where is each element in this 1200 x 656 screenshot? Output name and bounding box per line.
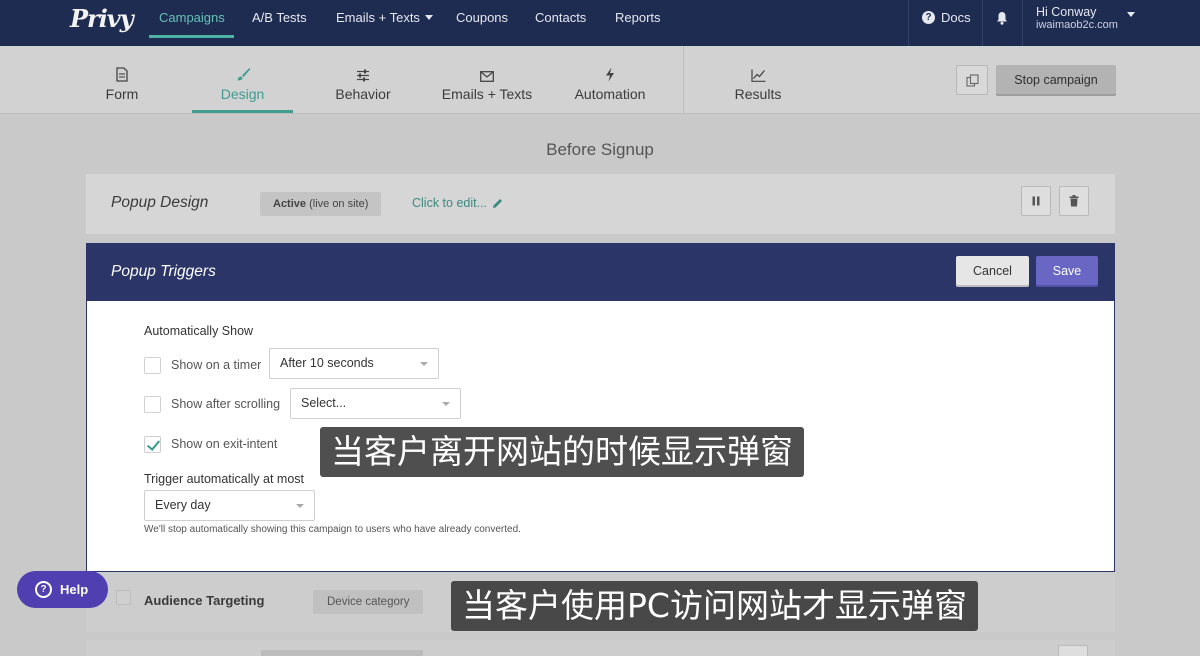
exit-intent-checkbox[interactable] [144,436,161,453]
popup-design-card: Popup Design Active (live on site) Click… [86,174,1115,234]
section-title: Before Signup [546,140,654,159]
delete-button[interactable] [1059,186,1089,216]
tab-automation-label: Automation [574,86,646,102]
user-email[interactable]: iwaimaob2c.com [1036,19,1118,31]
question-icon: ? [922,11,935,24]
frequency-select[interactable]: Every day [144,490,315,521]
duplicate-button[interactable] [956,65,988,95]
privy-logo[interactable]: Privy [70,4,134,33]
automatically-show-label: Automatically Show [144,324,254,338]
nav-contacts[interactable]: Contacts [535,10,586,25]
user-greeting[interactable]: Hi Conway [1036,5,1096,19]
next-card-badge [261,650,423,656]
copy-icon [965,73,979,87]
popup-design-title: Popup Design [111,194,209,211]
status-badge: Active (live on site) [260,192,382,216]
trash-icon [1069,195,1079,207]
nav-ab-tests[interactable]: A/B Tests [252,10,307,25]
pencil-icon [493,198,503,208]
save-button[interactable]: Save [1036,256,1098,287]
tab-emails-texts-label: Emails + Texts [441,86,533,102]
timer-option-label: Show on a timer [171,358,262,372]
device-category-badge[interactable]: Device category [313,590,424,614]
help-label: Help [60,582,89,597]
stop-campaign-button[interactable]: Stop campaign [996,65,1116,96]
tab-results-label: Results [734,86,782,102]
tab-behavior-label: Behavior [335,86,391,102]
tab-behavior[interactable]: Behavior [313,46,413,114]
audience-targeting-title: Audience Targeting [144,593,265,608]
subtitle-caption: 当客户离开网站的时候显示弹窗 [320,427,804,477]
lightning-icon [606,67,614,82]
pause-icon [1032,196,1040,206]
nav-active-underline [149,35,234,38]
frequency-label: Trigger automatically at most [144,472,305,486]
tab-results[interactable]: Results [708,46,808,114]
next-card [86,640,1115,656]
tab-form[interactable]: Form [72,46,172,114]
tab-emails-texts[interactable]: Emails + Texts [432,46,542,114]
select-caret-icon [420,362,428,366]
envelope-icon [480,71,494,82]
cancel-button[interactable]: Cancel [956,256,1029,287]
status-note: (live on site) [309,198,369,210]
brush-icon [237,68,250,81]
tab-form-label: Form [105,86,139,102]
nav-divider [908,0,909,46]
chart-icon [750,69,765,82]
nav-coupons[interactable]: Coupons [456,10,508,25]
timer-select-value: After 10 seconds [280,356,374,370]
scroll-option-label: Show after scrolling [171,397,281,411]
popup-triggers-header: Popup Triggers Cancel Save [86,243,1115,301]
tab-divider [683,46,684,114]
scroll-select[interactable]: Select... [290,388,461,419]
docs-label: Docs [941,10,971,25]
frequency-select-value: Every day [155,498,211,512]
tab-automation[interactable]: Automation [560,46,660,114]
popup-triggers-title: Popup Triggers [111,263,216,280]
scroll-checkbox[interactable] [144,396,161,413]
timer-checkbox[interactable] [144,357,161,374]
select-caret-icon [296,504,304,508]
pause-button[interactable] [1021,186,1051,216]
nav-emails-texts[interactable]: Emails + Texts [336,10,433,25]
tab-design[interactable]: Design [192,46,293,114]
exit-intent-option-label: Show on exit-intent [171,437,278,451]
bell-icon[interactable] [996,11,1008,25]
edit-link-label: Click to edit... [412,196,488,210]
status-active: Active [273,198,307,210]
nav-divider [982,0,983,46]
sliders-icon [357,69,369,82]
select-caret-icon [442,402,450,406]
campaign-tab-bar: Form Design Behavior Emails + Texts Auto… [0,46,1200,114]
frequency-hint: We'll stop automatically showing this ca… [144,524,521,535]
nav-reports[interactable]: Reports [615,10,661,25]
help-question-icon: ? [35,581,52,598]
audience-checkbox[interactable] [116,590,131,605]
next-card-button[interactable] [1058,645,1088,656]
docs-link[interactable]: ? Docs [922,10,971,25]
nav-divider [1022,0,1023,46]
help-button[interactable]: ? Help [17,571,108,608]
chevron-down-icon [424,15,433,20]
click-to-edit-link[interactable]: Click to edit... [412,196,503,210]
user-menu-chevron-icon[interactable] [1127,12,1135,17]
scroll-select-value: Select... [301,396,347,410]
top-navigation-bar: Privy Campaigns A/B Tests Emails + Texts… [0,0,1200,46]
subtitle-caption: 当客户使用PC访问网站才显示弹窗 [451,581,978,631]
nav-campaigns[interactable]: Campaigns [159,10,225,25]
timer-select[interactable]: After 10 seconds [269,348,439,379]
document-icon [116,67,128,82]
tab-design-label: Design [220,86,265,102]
nav-emails-texts-label: Emails + Texts [336,10,420,25]
tab-active-underline [192,110,293,113]
